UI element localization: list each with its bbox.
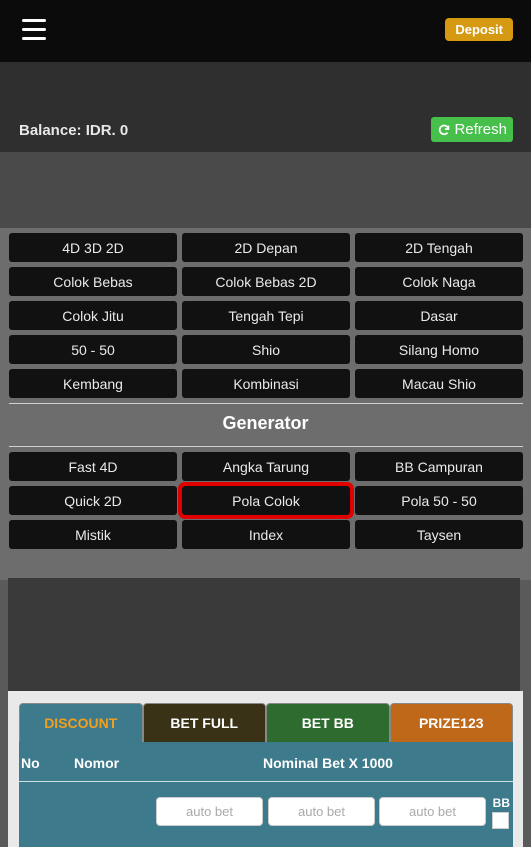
game-button[interactable]: Colok Jitu — [9, 301, 177, 330]
generator-button[interactable]: Fast 4D — [9, 452, 177, 481]
tab-bet-bb[interactable]: BET BB — [266, 703, 390, 743]
menu-icon[interactable] — [22, 19, 46, 41]
game-button[interactable]: 2D Depan — [182, 233, 350, 262]
divider — [9, 446, 523, 447]
generator-button[interactable]: Mistik — [9, 520, 177, 549]
column-nominal: Nominal Bet X 1000 — [263, 755, 393, 771]
tab-prize123[interactable]: PRIZE123 — [389, 703, 513, 743]
generator-grid: Fast 4D Angka Tarung BB Campuran Quick 2… — [9, 452, 523, 549]
refresh-button[interactable]: Refresh — [431, 117, 513, 142]
column-nomor: Nomor — [74, 755, 120, 771]
generator-button[interactable]: Taysen — [355, 520, 523, 549]
generator-button[interactable]: Quick 2D — [9, 486, 177, 515]
game-type-grid: 4D 3D 2D 2D Depan 2D Tengah Colok Bebas … — [9, 233, 523, 398]
banner-area — [0, 152, 531, 228]
game-button[interactable]: Colok Naga — [355, 267, 523, 296]
bet-input-3d[interactable] — [268, 797, 375, 826]
pola-colok-button[interactable]: Pola Colok — [178, 482, 354, 519]
generator-button[interactable]: BB Campuran — [355, 452, 523, 481]
bet-table: No Nomor Nominal Bet X 1000 BB — [19, 742, 513, 847]
table-row: BB — [19, 783, 513, 847]
generator-button[interactable]: Angka Tarung — [182, 452, 350, 481]
game-button[interactable]: 50 - 50 — [9, 335, 177, 364]
tab-bet-full[interactable]: BET FULL — [142, 703, 266, 743]
game-button[interactable]: Shio — [182, 335, 350, 364]
bet-input-2d[interactable] — [379, 797, 486, 826]
game-button[interactable]: Kembang — [9, 369, 177, 398]
balance-bar: Balance: IDR. 0 Refresh — [0, 62, 531, 152]
refresh-label: Refresh — [454, 121, 507, 138]
balance-text: Balance: IDR. 0 — [19, 122, 129, 139]
game-menu: 4D 3D 2D 2D Depan 2D Tengah Colok Bebas … — [0, 228, 531, 580]
game-button[interactable]: Macau Shio — [355, 369, 523, 398]
column-no: No — [21, 755, 40, 771]
tab-discount[interactable]: DISCOUNT — [19, 703, 143, 743]
generator-button[interactable]: Pola 50 - 50 — [355, 486, 523, 515]
bb-label: BB — [492, 796, 510, 810]
generator-button[interactable]: Index — [182, 520, 350, 549]
game-button[interactable]: Colok Bebas 2D — [182, 267, 350, 296]
table-header: No Nomor Nominal Bet X 1000 — [19, 742, 513, 782]
divider — [9, 403, 523, 404]
game-button[interactable]: 2D Tengah — [355, 233, 523, 262]
game-button[interactable]: Tengah Tepi — [182, 301, 350, 330]
generator-title: Generator — [222, 413, 309, 433]
deposit-button[interactable]: Deposit — [445, 18, 513, 41]
bb-checkbox[interactable] — [492, 812, 509, 829]
game-button[interactable]: Silang Homo — [355, 335, 523, 364]
bet-input-4d[interactable] — [156, 797, 263, 826]
refresh-icon — [439, 124, 450, 135]
game-button[interactable]: Colok Bebas — [9, 267, 177, 296]
game-button[interactable]: Dasar — [355, 301, 523, 330]
top-bar: Deposit — [0, 0, 531, 62]
game-button[interactable]: 4D 3D 2D — [9, 233, 177, 262]
game-button[interactable]: Kombinasi — [182, 369, 350, 398]
bet-tabs: DISCOUNT BET FULL BET BB PRIZE123 — [19, 703, 513, 743]
